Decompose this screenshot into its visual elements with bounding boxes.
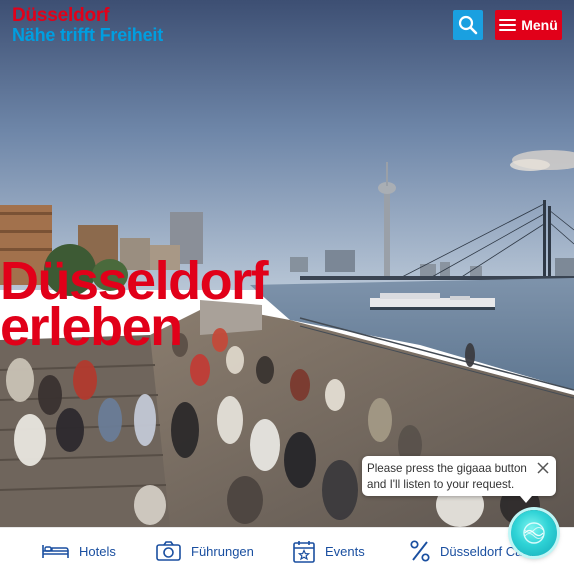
site-logo[interactable]: Düsseldorf Nähe trifft Freiheit — [12, 6, 163, 45]
nav-events-label: Events — [325, 543, 365, 559]
nav-hotels[interactable]: Hotels — [42, 528, 116, 574]
calendar-star-icon — [293, 540, 315, 563]
nav-fuehrungen-label: Führungen — [191, 543, 254, 559]
nav-events[interactable]: Events — [293, 528, 365, 574]
nav-fuehrungen[interactable]: Führungen — [156, 528, 254, 574]
gigaaa-assistant-icon — [523, 522, 545, 544]
search-button[interactable] — [453, 10, 483, 40]
assistant-tooltip: Please press the gigaaa button and I'll … — [362, 456, 556, 503]
percent-icon — [410, 540, 430, 562]
bottom-nav: Hotels Führungen Events Düsseldorf Card — [0, 527, 574, 574]
hamburger-icon — [499, 18, 517, 32]
gigaaa-assistant-button[interactable] — [511, 510, 557, 556]
close-icon[interactable] — [536, 461, 550, 475]
logo-title: Düsseldorf — [12, 5, 110, 26]
nav-hotels-label: Hotels — [79, 543, 116, 559]
menu-button[interactable]: Menü — [495, 10, 562, 40]
camera-icon — [156, 541, 181, 561]
hero-headline: Düsseldorf erleben — [0, 254, 269, 354]
logo-tagline: Nähe trifft Freiheit — [12, 25, 164, 45]
bed-icon — [42, 545, 69, 558]
menu-label: Menü — [521, 17, 558, 33]
search-icon — [458, 15, 478, 35]
assistant-tooltip-text: Please press the gigaaa button and I'll … — [367, 462, 527, 491]
